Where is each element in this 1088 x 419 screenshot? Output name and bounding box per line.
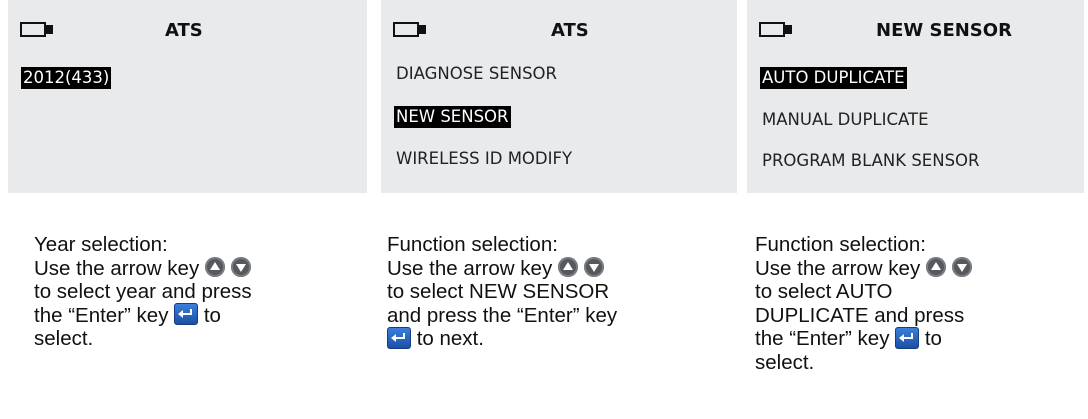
enter-key-icon	[387, 326, 411, 349]
menu-item-new-sensor[interactable]: NEW SENSOR	[394, 106, 511, 128]
menu-item-wireless-id-modify[interactable]: WIRELESS ID MODIFY	[394, 148, 574, 170]
caption-line: to next.	[387, 326, 707, 351]
caption-line: the “Enter” key to	[755, 326, 1075, 351]
caption-text: select.	[34, 327, 94, 350]
caption-line: Use the arrow key	[755, 257, 1075, 281]
caption-text: Use the arrow key	[755, 256, 921, 280]
enter-key-icon	[174, 303, 199, 326]
caption-text: to select NEW SENSOR	[387, 280, 610, 303]
menu-item-manual-duplicate[interactable]: MANUAL DUPLICATE	[760, 109, 931, 131]
caption-text: to	[203, 303, 221, 327]
caption-text: the “Enter” key	[755, 327, 890, 350]
instruction-year: Year selection: Use the arrow key to sel…	[34, 233, 334, 351]
menu-item-diagnose-sensor[interactable]: DIAGNOSE SENSOR	[394, 63, 559, 85]
instruction-function-2: Function selection: Use the arrow key to…	[755, 233, 1075, 374]
caption-text: Use the arrow key	[387, 256, 553, 280]
arrow-up-key-icon	[557, 257, 578, 278]
caption-text: DUPLICATE and press	[755, 303, 965, 327]
arrow-down-key-icon	[583, 257, 604, 278]
caption-heading: Year selection:	[34, 233, 168, 256]
enter-key-icon	[895, 326, 920, 349]
caption-line: the “Enter” key to	[34, 303, 334, 328]
caption-text: to next.	[416, 327, 484, 350]
arrow-down-key-icon	[230, 257, 251, 278]
caption-text: to select year and press	[34, 280, 252, 303]
caption-heading: Function selection:	[755, 233, 926, 256]
caption-line: Use the arrow key	[387, 257, 707, 281]
caption-line: Use the arrow key	[34, 257, 334, 281]
arrow-up-key-icon	[925, 257, 946, 278]
caption-text: to	[924, 327, 942, 350]
menu-item-program-blank-sensor[interactable]: PROGRAM BLANK SENSOR	[760, 150, 982, 172]
battery-icon	[759, 22, 792, 37]
screen-title: ATS	[165, 20, 203, 41]
screen-title: ATS	[551, 20, 589, 41]
device-screen-function: ATS DIAGNOSE SENSOR NEW SENSOR WIRELESS …	[381, 0, 737, 193]
arrow-up-key-icon	[204, 257, 225, 278]
battery-icon	[393, 22, 426, 37]
caption-text: the “Enter” key	[34, 303, 169, 327]
menu-item-year[interactable]: 2012(433)	[21, 67, 112, 89]
battery-icon	[20, 22, 53, 37]
caption-text: select.	[755, 350, 815, 374]
arrow-down-key-icon	[951, 257, 972, 278]
caption-heading: Function selection:	[387, 233, 558, 256]
device-screen-new-sensor: NEW SENSOR AUTO DUPLICATE MANUAL DUPLICA…	[747, 0, 1084, 193]
caption-text: and press the “Enter” key	[387, 303, 618, 327]
caption-text: Use the arrow key	[34, 256, 200, 280]
screen-title: NEW SENSOR	[876, 20, 1012, 41]
menu-item-auto-duplicate[interactable]: AUTO DUPLICATE	[760, 67, 907, 89]
instruction-function-1: Function selection: Use the arrow key to…	[387, 233, 707, 351]
caption-text: to select AUTO	[755, 280, 893, 303]
device-screen-year: ATS 2012(433)	[8, 0, 367, 193]
